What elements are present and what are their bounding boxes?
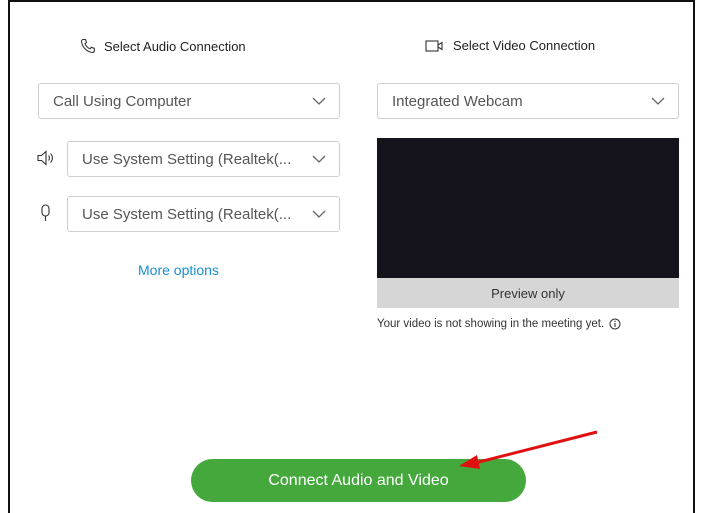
more-options-link[interactable]: More options — [138, 262, 219, 278]
camera-select[interactable]: Integrated Webcam — [377, 83, 679, 119]
chevron-down-icon — [312, 97, 326, 105]
audio-heading-label: Select Audio Connection — [104, 38, 246, 54]
camera-value: Integrated Webcam — [392, 92, 523, 110]
microphone-icon — [41, 204, 50, 221]
microphone-select[interactable]: Use System Setting (Realtek(... — [67, 196, 340, 232]
chevron-down-icon — [312, 155, 326, 163]
video-status-note: Your video is not showing in the meeting… — [377, 318, 621, 330]
audio-connection-select[interactable]: Call Using Computer — [38, 83, 340, 119]
speaker-value: Use System Setting (Realtek(... — [82, 150, 292, 168]
connect-button-label: Connect Audio and Video — [268, 471, 449, 489]
info-icon[interactable] — [609, 318, 621, 330]
annotation-arrow-icon — [459, 430, 598, 469]
speaker-select[interactable]: Use System Setting (Realtek(... — [67, 141, 340, 177]
video-preview — [377, 138, 679, 278]
chevron-down-icon — [312, 210, 326, 218]
phone-icon — [80, 38, 95, 54]
preview-only-label: Preview only — [491, 285, 565, 301]
chevron-down-icon — [651, 97, 665, 105]
audio-connection-heading: Select Audio Connection — [80, 38, 246, 54]
microphone-value: Use System Setting (Realtek(... — [82, 205, 292, 223]
audio-connection-value: Call Using Computer — [53, 92, 192, 110]
speaker-icon — [37, 150, 53, 166]
video-status-text: Your video is not showing in the meeting… — [377, 318, 605, 330]
video-heading-label: Select Video Connection — [453, 38, 596, 53]
video-connection-heading: Select Video Connection — [425, 38, 595, 53]
video-camera-icon — [425, 39, 443, 52]
preview-only-bar: Preview only — [377, 278, 679, 308]
